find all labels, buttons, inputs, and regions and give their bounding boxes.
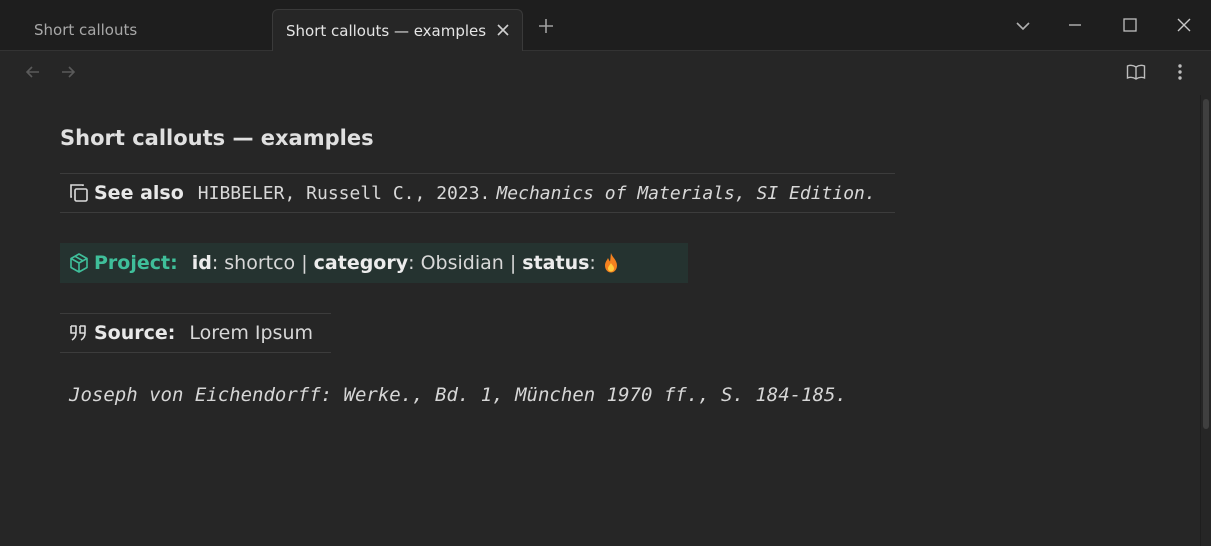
package-icon <box>68 252 90 274</box>
quote-icon <box>68 322 90 344</box>
tab-label: Short callouts <box>34 20 138 39</box>
field-key-category: category <box>313 252 409 274</box>
close-icon[interactable] <box>494 21 512 39</box>
field-value-id: : shortco | <box>211 252 308 274</box>
maximize-icon[interactable] <box>1119 14 1141 36</box>
field-key-status: status <box>522 252 590 274</box>
note-title: Short callouts — examples <box>60 126 374 150</box>
callout-text: Lorem Ipsum <box>189 322 314 344</box>
tab-label: Short callouts — examples <box>286 21 487 40</box>
scrollbar[interactable] <box>1201 95 1211 546</box>
field-status-sep: : <box>589 252 596 274</box>
callout-text: HIBBELER, Russell C., 2023. <box>197 182 491 204</box>
callout-label: Project: <box>94 252 178 274</box>
copy-icon <box>68 182 90 204</box>
field-value-category: : Obsidian | <box>408 252 517 274</box>
close-icon[interactable] <box>1173 14 1195 36</box>
callout-period: . <box>864 182 876 204</box>
arrow-right-icon[interactable] <box>57 61 79 83</box>
chevron-down-icon[interactable] <box>1012 15 1034 37</box>
navigation-bar <box>0 51 1211 95</box>
citation-text: Joseph von Eichendorff: Werke., Bd. 1, M… <box>69 384 847 406</box>
callout-project: Project: id: shortco | category: Obsidia… <box>60 243 688 283</box>
scrollbar-thumb[interactable] <box>1203 99 1209 429</box>
minimize-icon[interactable] <box>1064 14 1086 36</box>
tab-bar: Short callouts Short callouts — examples <box>0 0 1211 51</box>
callout-label: Source: <box>94 322 176 344</box>
tab-short-callouts[interactable]: Short callouts <box>21 9 271 50</box>
book-open-icon[interactable] <box>1125 61 1147 83</box>
tab-short-callouts-examples[interactable]: Short callouts — examples <box>272 9 523 51</box>
callout-label: See also <box>94 182 184 204</box>
plus-icon[interactable] <box>535 15 557 37</box>
more-vertical-icon[interactable] <box>1169 61 1191 83</box>
callout-book-title: Mechanics of Materials, SI Edition <box>496 182 865 204</box>
arrow-left-icon[interactable] <box>22 61 44 83</box>
callout-source: Source: Lorem Ipsum <box>60 313 331 353</box>
fire-icon <box>602 252 620 274</box>
callout-see-also: See also HIBBELER, Russell C., 2023. Mec… <box>60 173 895 213</box>
field-key-id: id <box>191 252 212 274</box>
